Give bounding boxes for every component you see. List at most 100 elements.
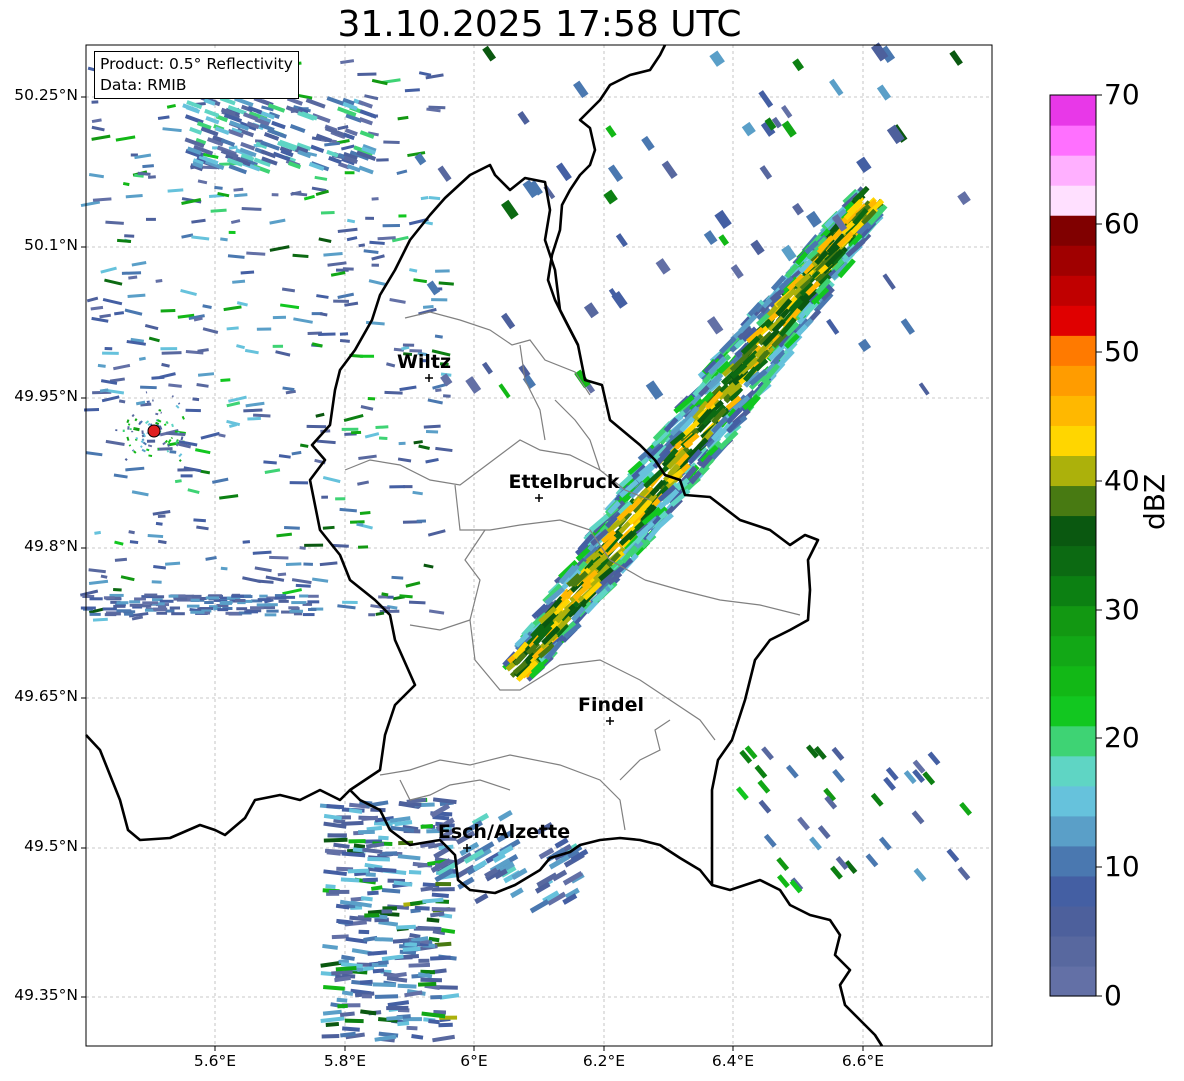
echo-cell: [303, 562, 313, 566]
echo-cell: [127, 293, 146, 299]
lat-label: 49.95°N: [14, 387, 78, 405]
echo-cell: [219, 601, 232, 605]
echo-cell: [141, 430, 144, 435]
echo-cell: [384, 390, 403, 395]
echo-cell: [337, 227, 358, 234]
colorbar: [1050, 95, 1096, 997]
echo-cell: [381, 887, 401, 894]
echo-cell: [99, 313, 112, 319]
echo-cell: [428, 609, 445, 615]
echo-cell: [337, 1003, 348, 1009]
city-label-ettelbruck: Ettelbruck: [508, 471, 620, 493]
echo-cell: [439, 993, 460, 1000]
echo-cell: [865, 853, 879, 868]
echo-cell: [254, 566, 272, 573]
echo-cell: [101, 395, 120, 403]
echo-cell: [336, 997, 348, 1003]
echo-cell: [299, 443, 309, 448]
echo-cell: [326, 803, 345, 810]
echo-cell: [323, 252, 343, 257]
echo-cell: [750, 239, 765, 256]
echo-cell: [319, 561, 338, 567]
city-label-esch-alzette: Esch/Alzette: [437, 821, 571, 843]
echo-cell: [122, 181, 130, 187]
echo-cell: [365, 216, 375, 220]
echo-cell: [310, 144, 325, 153]
lon-label: 6.4°E: [711, 1052, 755, 1070]
echo-cell: [153, 564, 167, 570]
colorbar-segment: [1050, 575, 1096, 607]
echo-cell: [709, 50, 725, 67]
echo-cell: [330, 271, 346, 277]
echo-cell: [306, 424, 327, 429]
echo-cell: [420, 977, 443, 983]
echo-cell: [357, 545, 369, 549]
echo-cell: [730, 264, 744, 279]
echo-cell: [876, 84, 892, 101]
echo-cell: [431, 906, 456, 912]
echo-cell: [165, 420, 169, 425]
echo-cell: [900, 318, 915, 335]
echo-cell: [299, 594, 309, 598]
echo-cell: [320, 1016, 345, 1023]
echo-cell: [232, 279, 246, 284]
echo-cell: [371, 197, 379, 201]
echo-cell: [120, 575, 135, 582]
echo-cell: [359, 130, 375, 139]
echo-cell: [177, 431, 180, 434]
echo-cell: [348, 839, 366, 844]
echo-cell: [398, 214, 407, 218]
echo-cell: [383, 140, 400, 145]
echo-cell: [285, 562, 302, 566]
echo-cell: [307, 594, 319, 598]
echo-cell: [703, 230, 718, 246]
echo-cell: [92, 197, 112, 202]
colorbar-segment: [1050, 455, 1096, 487]
colorbar-segment: [1050, 965, 1096, 997]
echo-cell: [397, 115, 409, 121]
echo-cell: [173, 597, 188, 601]
echo-cell: [342, 267, 354, 271]
echo-cell: [144, 593, 158, 597]
echo-cell: [204, 108, 220, 118]
echo-cell: [498, 383, 511, 399]
echo-cell: [177, 402, 181, 405]
echo-cell: [197, 372, 215, 377]
echo-cell: [202, 327, 219, 334]
echo-cell: [129, 428, 132, 431]
city-marker-ettelbruck: [535, 494, 543, 502]
echo-cell: [114, 557, 128, 562]
colorbar-segment: [1050, 275, 1096, 306]
echo-cell: [423, 424, 441, 429]
radar-map: [79, 42, 1102, 1051]
echo-cell: [281, 287, 296, 293]
echo-cell: [341, 427, 359, 431]
echo-cell: [406, 1025, 418, 1031]
colorbar-segment: [1050, 635, 1096, 667]
echo-cell: [831, 746, 845, 761]
echo-cell: [432, 1034, 456, 1043]
echo-cell: [761, 746, 774, 761]
echo-cell: [157, 115, 170, 121]
echo-cell: [142, 601, 159, 605]
echo-cell: [343, 413, 364, 422]
echo-cell: [322, 1009, 342, 1016]
echo-cell: [257, 598, 271, 602]
echo-cell: [278, 599, 289, 603]
echo-cell: [434, 334, 443, 339]
echo-cell: [346, 218, 356, 224]
echo-cell: [397, 457, 412, 463]
echo-cell: [226, 401, 241, 408]
echo-cell: [435, 882, 452, 887]
echo-cell: [430, 995, 442, 1000]
echo-cell: [102, 297, 123, 306]
echo-cell: [113, 473, 128, 479]
echo-cell: [758, 90, 774, 108]
echo-cell: [89, 612, 101, 616]
colorbar-segment: [1050, 245, 1096, 276]
echo-cell: [927, 751, 941, 766]
echo-cell: [367, 890, 379, 896]
lat-label: 49.65°N: [14, 687, 78, 705]
echo-cell: [227, 254, 245, 259]
echo-cell: [482, 45, 497, 62]
